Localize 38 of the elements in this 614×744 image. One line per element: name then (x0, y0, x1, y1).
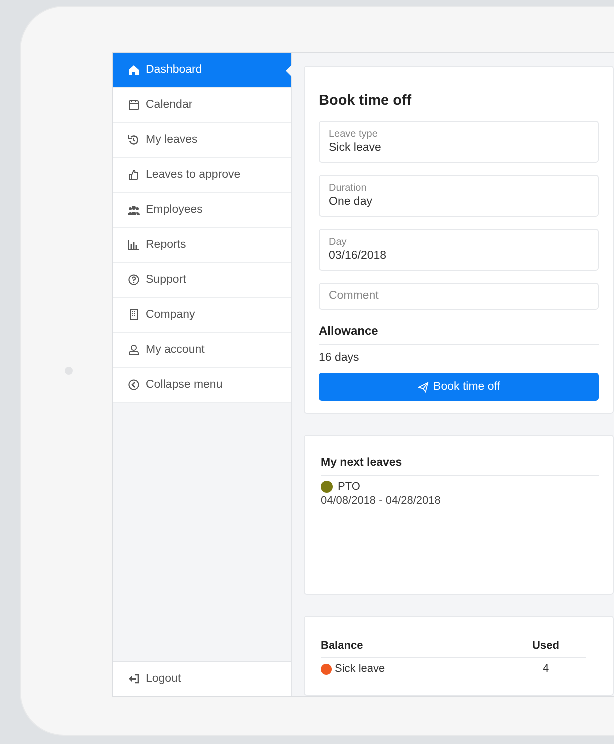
allowance-label: Allowance (319, 322, 599, 345)
input-field[interactable]: Day 03/16/2018 (319, 229, 599, 271)
calendar-icon (128, 99, 140, 111)
sidebar-item[interactable]: Calendar (113, 88, 291, 123)
sidebar-item[interactable]: Leaves to approve (113, 158, 291, 193)
sidebar-item[interactable]: Collapse menu (113, 368, 291, 403)
users-icon (128, 204, 140, 216)
table-cell: 4 (542, 663, 550, 676)
leave-type: PTO (338, 481, 360, 493)
leave-dates: 04/08/2018 - 04/28/2018 (321, 495, 442, 507)
allowance-value: 16 days (319, 351, 360, 366)
logout-icon (128, 673, 140, 685)
history-icon (128, 134, 140, 146)
book-time-off-button[interactable]: Book time off (319, 373, 599, 401)
sidebar-item[interactable]: Reports (113, 228, 291, 263)
column-header: Used (506, 640, 586, 658)
sidebar-item[interactable]: Employees (113, 193, 291, 228)
bar-chart-icon (128, 239, 140, 251)
logout-item[interactable]: Logout (113, 661, 291, 696)
help-icon (128, 274, 140, 286)
sidebar-item[interactable]: Dashboard (113, 53, 291, 88)
input-field[interactable]: Leave type Sick leave (319, 121, 599, 163)
input-field[interactable]: Duration One day (319, 175, 599, 217)
sidebar-item[interactable]: My account (113, 333, 291, 368)
card-title: Book time off (319, 93, 413, 109)
thumbs-up-icon (128, 169, 140, 181)
home-icon (128, 64, 140, 76)
column-header: Balance (321, 640, 506, 658)
sidebar-item[interactable]: My leaves (113, 123, 291, 158)
building-icon (128, 309, 140, 321)
card-title: My next leaves (321, 457, 599, 476)
paper-plane-icon (418, 382, 429, 392)
sidebar-item[interactable]: Company (113, 298, 291, 333)
input-field[interactable]: Comment (319, 283, 599, 310)
collapse-icon (128, 379, 140, 391)
sidebar-item[interactable]: Support (113, 263, 291, 298)
user-icon (128, 344, 140, 356)
table-cell: Sick leave (335, 663, 386, 676)
